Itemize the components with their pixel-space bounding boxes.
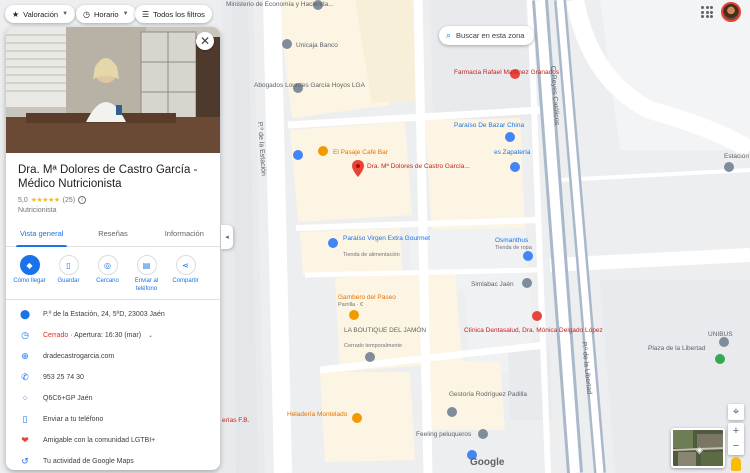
layers-icon: ◈ (696, 445, 703, 455)
svg-text:Paraíso De Bazar China: Paraíso De Bazar China (454, 122, 524, 129)
phone-send-icon: ▤ (136, 255, 157, 275)
clock-icon: ◷ (83, 9, 90, 19)
svg-text:Ministerio de Economía y Hacie: Ministerio de Economía y Hacienda... (226, 1, 334, 8)
svg-text:Parrilla · €: Parrilla · € (338, 302, 363, 308)
svg-text:LA BOUTIQUE DEL JAMÓN: LA BOUTIQUE DEL JAMÓN (344, 325, 426, 334)
tab-vista-general[interactable]: Vista general (6, 224, 77, 247)
rating-stars: ★★★★★ (30, 197, 60, 204)
chip-valoracion-label: Valoración (23, 9, 59, 19)
share-icon: ⋖ (175, 255, 196, 275)
hours-detail: · Apertura: 16:30 (mar) (68, 332, 142, 339)
tab-informacion[interactable]: Información (149, 224, 220, 246)
svg-text:Clínica Dentasalud, Dra. Mónic: Clínica Dentasalud, Dra. Mónica Delgado … (464, 327, 603, 334)
svg-text:Heladería Montelado: Heladería Montelado (287, 411, 348, 418)
svg-text:Tienda de alimentación: Tienda de alimentación (343, 252, 400, 258)
rainbow-icon: ❤ (21, 435, 29, 445)
place-title: Dra. Mª Dolores de Castro García - Médic… (18, 164, 198, 190)
partial-left-label: erías F.B. (222, 417, 250, 424)
zoom-controls: + − (728, 423, 744, 455)
send-to-phone-button[interactable]: ▤ Enviar al teléfono (128, 255, 166, 293)
rating-value: 5,0 (18, 196, 28, 204)
chevron-down-icon: ▼ (62, 11, 69, 17)
svg-text:Plaza de la Libertad: Plaza de la Libertad (648, 345, 706, 352)
tab-resenas[interactable]: Reseñas (77, 224, 148, 246)
poi-home[interactable] (293, 150, 303, 160)
avatar[interactable] (721, 2, 741, 22)
place-photo[interactable]: ✕ (6, 27, 220, 153)
close-button[interactable]: ✕ (196, 32, 214, 50)
hours-status: Cerrado (43, 332, 69, 339)
hours-row[interactable]: ◷ Cerrado · Apertura: 16:30 (mar) ⌄ (6, 325, 220, 346)
chevron-down-icon: ⌄ (148, 333, 154, 339)
search-icon: ⌕ (446, 30, 452, 40)
phone-icon: ✆ (21, 372, 29, 382)
chevron-down-icon: ▼ (122, 11, 129, 17)
svg-text:Tienda de ropa: Tienda de ropa (495, 245, 533, 251)
rating-row[interactable]: 5,0 ★★★★★ (25) i (18, 196, 208, 204)
review-count[interactable]: (25) (63, 197, 75, 204)
lgbtq-row: ❤ Amigable con la comunidad LGTBI+ (6, 430, 220, 451)
svg-text:Gestoría Rodríguez Padilla: Gestoría Rodríguez Padilla (449, 391, 527, 398)
svg-text:Gambero del Paseo: Gambero del Paseo (338, 294, 396, 301)
directions-button[interactable]: ◆ Cómo llegar (11, 255, 49, 293)
svg-text:Osmanthus: Osmanthus (495, 237, 529, 244)
svg-text:es Zapatería: es Zapatería (494, 149, 531, 156)
svg-text:UNIBUS: UNIBUS (708, 331, 733, 338)
search-area-label: Buscar en esta zona (456, 31, 525, 40)
activity-row[interactable]: ↺ Tu actividad de Google Maps (6, 451, 220, 470)
share-button[interactable]: ⋖ Compartir (167, 255, 205, 293)
nearby-icon: ◎ (97, 255, 118, 275)
svg-text:Feeling peluqueros: Feeling peluqueros (416, 431, 472, 438)
chip-valoracion[interactable]: ★ Valoración ▼ (5, 5, 76, 23)
location-pin-icon: ⬤ (19, 309, 31, 319)
nearby-button[interactable]: ◎ Cercano (89, 255, 127, 293)
place-tabs: Vista general Reseñas Información (6, 224, 220, 247)
svg-text:Cerrado temporalmente: Cerrado temporalmente (344, 343, 402, 349)
directions-icon: ◆ (19, 255, 40, 275)
plus-code-icon: ⁘ (21, 393, 29, 403)
info-list: ⬤ P.º de la Estación, 24, 5ºD, 23003 Jaé… (6, 300, 220, 470)
pegman-icon[interactable] (731, 457, 741, 471)
chip-horario[interactable]: ◷ Horario ▼ (76, 5, 136, 23)
clock-icon: ◷ (21, 330, 29, 340)
plus-code-row[interactable]: ⁘ Q6C6+GP Jaén (6, 388, 220, 409)
place-panel: ✕ Dra. Mª Dolores de Castro García - Méd… (6, 27, 220, 470)
my-location-button[interactable]: ⌖ (728, 404, 744, 420)
chip-todos-filtros[interactable]: ☰ Todos los filtros (135, 5, 212, 23)
info-circle-icon[interactable]: i (78, 196, 87, 204)
layers-thumbnail[interactable]: ◈ (671, 428, 725, 468)
zoom-out-button[interactable]: − (733, 439, 739, 455)
apps-grid-icon[interactable] (701, 6, 713, 18)
filter-icon: ☰ (142, 9, 150, 19)
collapse-panel-button[interactable]: ◂ (221, 225, 233, 249)
search-this-area-button[interactable]: ⌕ Buscar en esta zona (439, 26, 534, 45)
save-button[interactable]: ▯ Guardar (50, 255, 88, 293)
svg-text:Abogados Lourdes García Hoyos: Abogados Lourdes García Hoyos LGA (254, 82, 366, 89)
svg-text:Unicaja Banco: Unicaja Banco (296, 42, 338, 49)
google-logo: Google (470, 457, 505, 468)
place-category[interactable]: Nutricionista (18, 207, 208, 214)
send-to-phone-row[interactable]: ▯ Enviar a tu teléfono (6, 409, 220, 430)
svg-text:El Pasaje Café Bar: El Pasaje Café Bar (333, 149, 389, 156)
globe-icon: ⊕ (21, 351, 29, 361)
crosshair-icon: ⌖ (732, 405, 740, 418)
website-row[interactable]: ⊕ dradecastrogarcia.com (6, 346, 220, 367)
star-icon: ★ (12, 9, 20, 19)
send-phone-icon: ▯ (22, 414, 28, 424)
svg-text:Simlabac Jaén: Simlabac Jaén (471, 281, 514, 288)
history-icon: ↺ (21, 456, 29, 466)
svg-text:Estación: Estación (724, 153, 749, 160)
svg-text:Dra. Mª Dolores de Castro Garc: Dra. Mª Dolores de Castro García... (367, 163, 470, 170)
svg-text:Farmacia Rafael Martínez Grana: Farmacia Rafael Martínez Granados (454, 69, 560, 76)
bookmark-icon: ▯ (58, 255, 79, 275)
chip-horario-label: Horario (93, 9, 119, 19)
action-buttons: ◆ Cómo llegar ▯ Guardar ◎ Cercano ▤ Envi… (6, 247, 220, 300)
svg-text:Paraíso Virgen Extra Gourmet: Paraíso Virgen Extra Gourmet (343, 235, 430, 242)
address-row[interactable]: ⬤ P.º de la Estación, 24, 5ºD, 23003 Jaé… (6, 304, 220, 325)
chip-filtros-label: Todos los filtros (153, 9, 205, 19)
zoom-in-button[interactable]: + (733, 423, 739, 439)
phone-row[interactable]: ✆ 953 25 74 30 (6, 367, 220, 388)
